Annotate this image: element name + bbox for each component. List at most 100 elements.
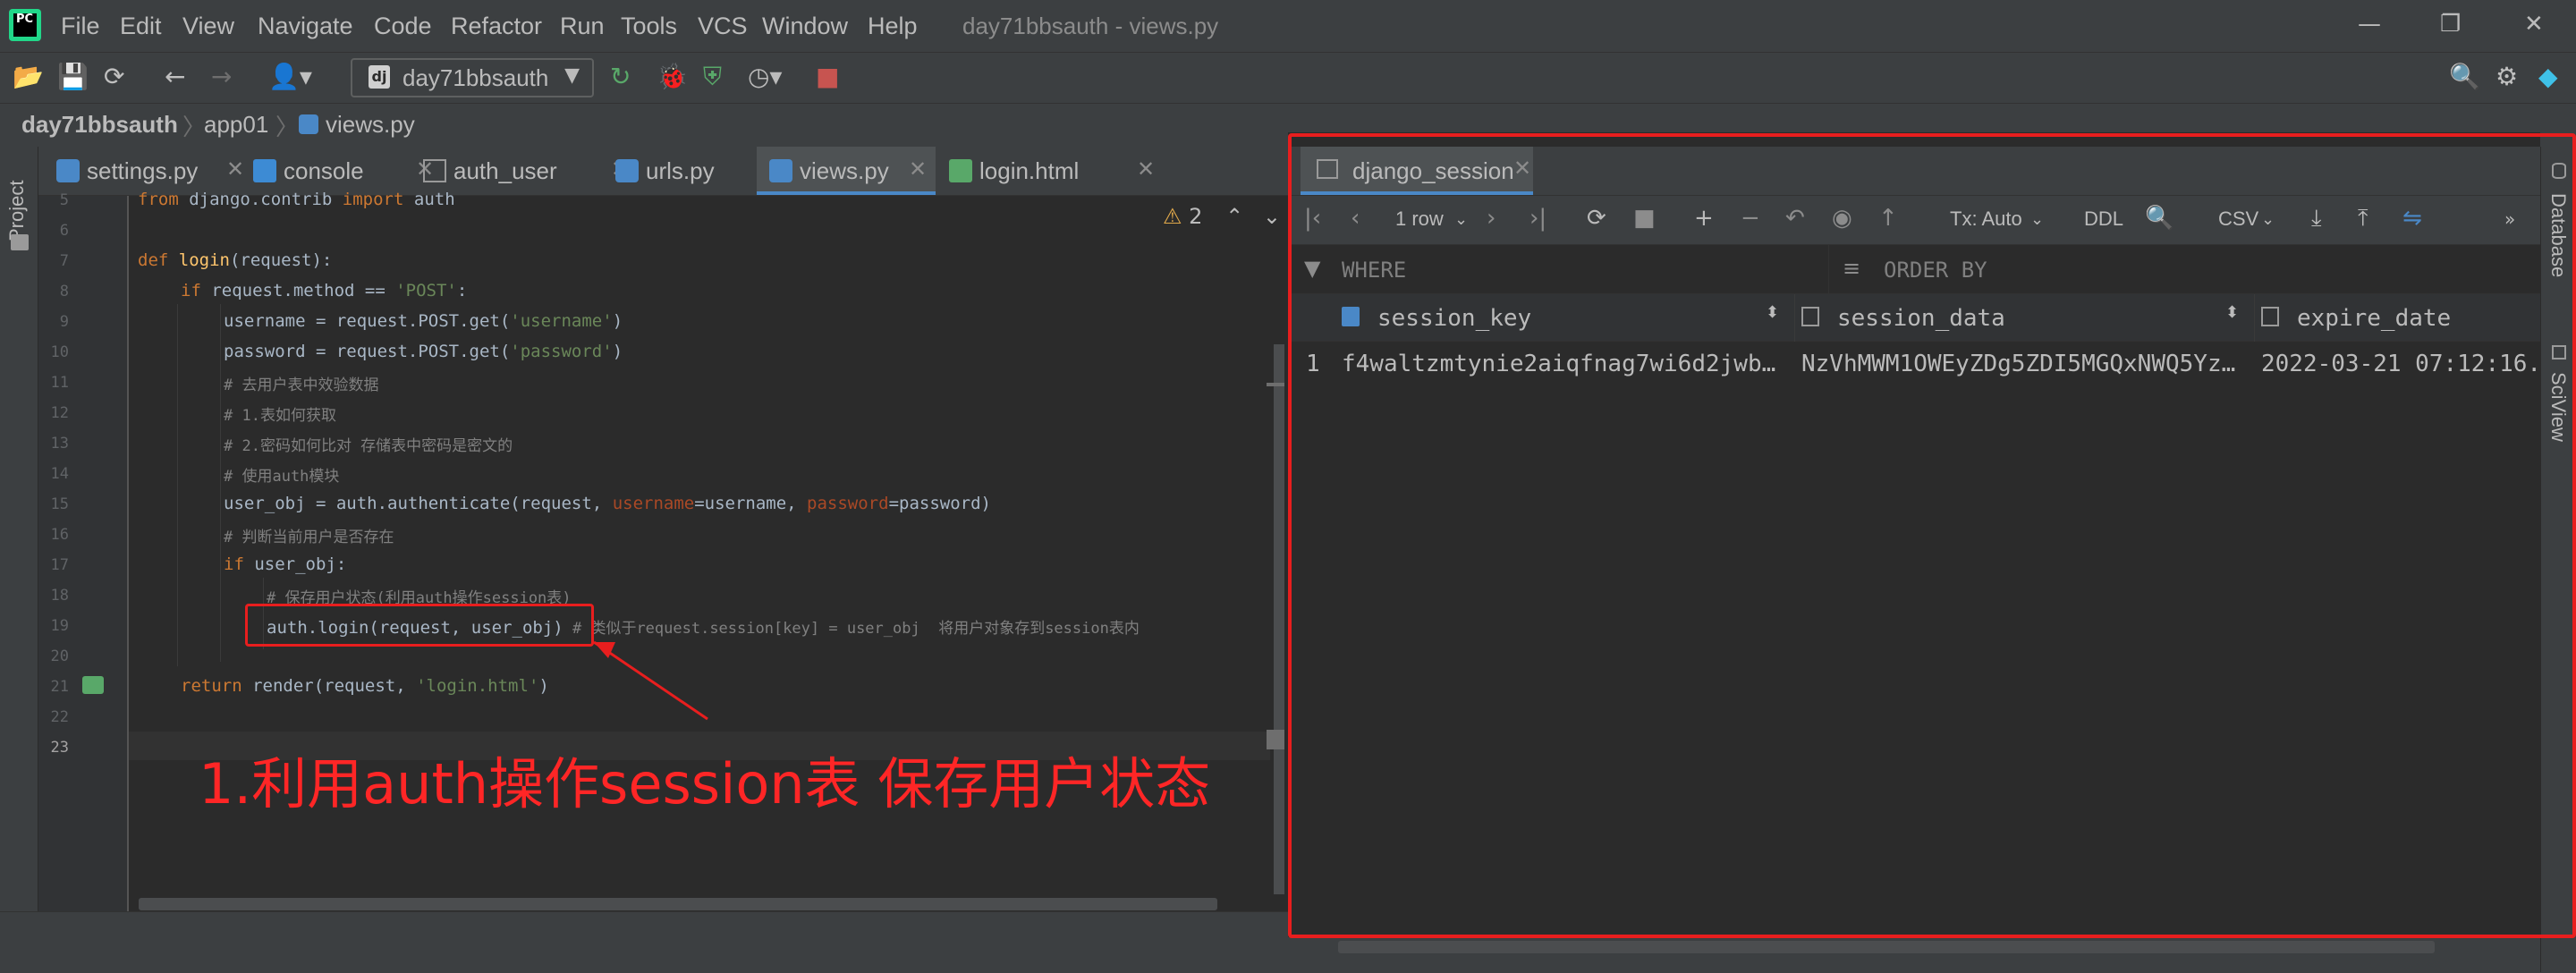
annotation-text: 1.利用auth操作session表 保存用户状态 (199, 751, 1211, 816)
sync-icon[interactable]: ⟳ (104, 62, 124, 91)
line-number: 9 (59, 313, 69, 331)
code-line: username = request.POST.get('username') (224, 311, 623, 331)
tab-settings-py[interactable]: settings.py ✕ (56, 147, 262, 195)
code-comment: # 2.密码如何比对 存储表中密码是密文的 (224, 437, 513, 455)
menu-tools[interactable]: Tools (621, 13, 677, 40)
project-tool-tab-label: Project (5, 180, 28, 241)
breadcrumb-separator-icon: 〉 (275, 114, 300, 141)
vcs-user-icon[interactable]: 👤▾ (268, 62, 312, 91)
code-highlight-box (245, 604, 594, 647)
tab-views-py[interactable]: views.py ✕ (757, 147, 936, 195)
run-configuration-select[interactable]: dj day71bbsauth ▼ (351, 58, 594, 97)
tab-label: urls.py (646, 157, 715, 184)
chevron-down-icon[interactable]: ⌄ (1263, 204, 1281, 229)
tab-label: settings.py (87, 157, 199, 184)
line-number: 7 (59, 252, 69, 270)
search-everywhere-icon[interactable]: 🔍 (2449, 62, 2480, 91)
code-comment: # 判断当前用户是否存在 (224, 529, 394, 546)
settings-gear-icon[interactable]: ⚙ (2496, 62, 2518, 91)
code-comment: # 使用auth模块 (224, 468, 340, 486)
tab-label: console (284, 157, 364, 184)
line-number: 23 (50, 739, 69, 757)
menu-help[interactable]: Help (868, 13, 918, 40)
inspection-count: 2 (1189, 204, 1203, 229)
editor-tab-bar: settings.py ✕ console ✕ auth_user ✕ urls… (38, 147, 1288, 196)
code-line: def login(request): (138, 250, 333, 270)
code-line: password = request.POST.get('password') (224, 342, 623, 361)
folder-icon (11, 234, 29, 250)
annotation-arrow (593, 640, 708, 721)
line-number: 11 (50, 374, 69, 392)
tab-auth-user[interactable]: auth_user ✕ (423, 147, 629, 195)
code-line: from django.contrib import auth (138, 190, 455, 209)
menu-code[interactable]: Code (374, 13, 432, 40)
code-comment: # 去用户表中效验数据 (224, 377, 379, 394)
ide-updates-icon[interactable]: ◆ (2538, 62, 2558, 91)
editor-horizontal-scrollbar[interactable] (139, 898, 1217, 910)
menu-edit[interactable]: Edit (120, 13, 162, 40)
django-view-gutter-icon[interactable] (82, 676, 104, 694)
back-icon[interactable]: ← (165, 62, 185, 91)
db-panel-highlight-box (1288, 133, 2576, 938)
stop-icon[interactable]: ■ (816, 62, 839, 91)
code-comment: # 1.表如何获取 (224, 407, 336, 425)
code-line: return render(request, 'login.html') (181, 676, 549, 696)
forward-icon[interactable]: → (211, 62, 232, 91)
line-number: 12 (50, 404, 69, 422)
tab-console[interactable]: console ✕ (253, 147, 434, 195)
open-folder-icon[interactable]: 📂 (13, 62, 44, 91)
line-number: 15 (50, 495, 69, 513)
result-horizontal-scrollbar[interactable] (1338, 941, 2435, 953)
close-tab-icon[interactable]: ✕ (226, 157, 244, 182)
inspection-widget[interactable]: ⚠ 2 ⌃ ⌄ (1163, 204, 1281, 229)
python-file-icon (769, 159, 792, 182)
minimize-icon[interactable]: — (2358, 11, 2381, 38)
tab-label: views.py (800, 157, 889, 184)
title-bar: PC File Edit View Navigate Code Refactor… (0, 0, 2576, 52)
menu-vcs[interactable]: VCS (698, 13, 748, 40)
tab-label: login.html (979, 157, 1080, 184)
scroll-marker (1267, 730, 1284, 749)
python-file-icon (299, 114, 318, 134)
save-icon[interactable]: 💾 (57, 62, 89, 91)
profile-icon[interactable]: ◷▾ (748, 62, 783, 91)
close-tab-icon[interactable]: ✕ (1137, 157, 1155, 182)
line-number: 22 (50, 708, 69, 726)
django-icon: dj (369, 65, 390, 89)
menu-window[interactable]: Window (762, 13, 848, 40)
menu-view[interactable]: View (182, 13, 234, 40)
breadcrumb-folder[interactable]: app01 (204, 111, 268, 139)
menu-navigate[interactable]: Navigate (258, 13, 353, 40)
code-line: if request.method == 'POST': (181, 281, 468, 300)
line-number: 18 (50, 587, 69, 605)
debug-icon[interactable]: 🐞 (657, 62, 688, 91)
console-icon (253, 159, 276, 182)
rerun-icon[interactable]: ↻ (610, 62, 631, 91)
breadcrumb-file[interactable]: views.py (326, 111, 415, 139)
breadcrumb-project[interactable]: day71bbsauth (21, 111, 178, 139)
line-number: 5 (59, 191, 69, 209)
tab-login-html[interactable]: login.html ✕ (949, 147, 1155, 195)
menu-refactor[interactable]: Refactor (451, 13, 542, 40)
menu-run[interactable]: Run (560, 13, 605, 40)
python-file-icon (615, 159, 639, 182)
line-number: 8 (59, 283, 69, 300)
chevron-down-icon: ▼ (564, 64, 580, 87)
editor-vertical-scrollbar[interactable] (1274, 344, 1284, 894)
tab-label: auth_user (453, 157, 557, 184)
table-icon (423, 159, 446, 182)
breadcrumb-separator-icon: 〉 (182, 114, 207, 141)
close-tab-icon[interactable]: ✕ (909, 157, 927, 182)
code-line: if user_obj: (224, 554, 347, 574)
restore-icon[interactable]: ❐ (2440, 11, 2461, 38)
coverage-icon[interactable]: ⛨ (703, 62, 722, 92)
line-number: 10 (50, 343, 69, 361)
close-window-icon[interactable]: ✕ (2524, 11, 2544, 38)
menu-file[interactable]: File (61, 13, 100, 40)
window-title: day71bbsauth - views.py (962, 13, 1219, 39)
line-number: 17 (50, 556, 69, 574)
run-configuration-label: day71bbsauth (402, 64, 549, 91)
pycharm-logo-icon: PC (9, 9, 41, 41)
chevron-up-icon[interactable]: ⌃ (1225, 204, 1243, 229)
editor-gutter (38, 196, 128, 911)
